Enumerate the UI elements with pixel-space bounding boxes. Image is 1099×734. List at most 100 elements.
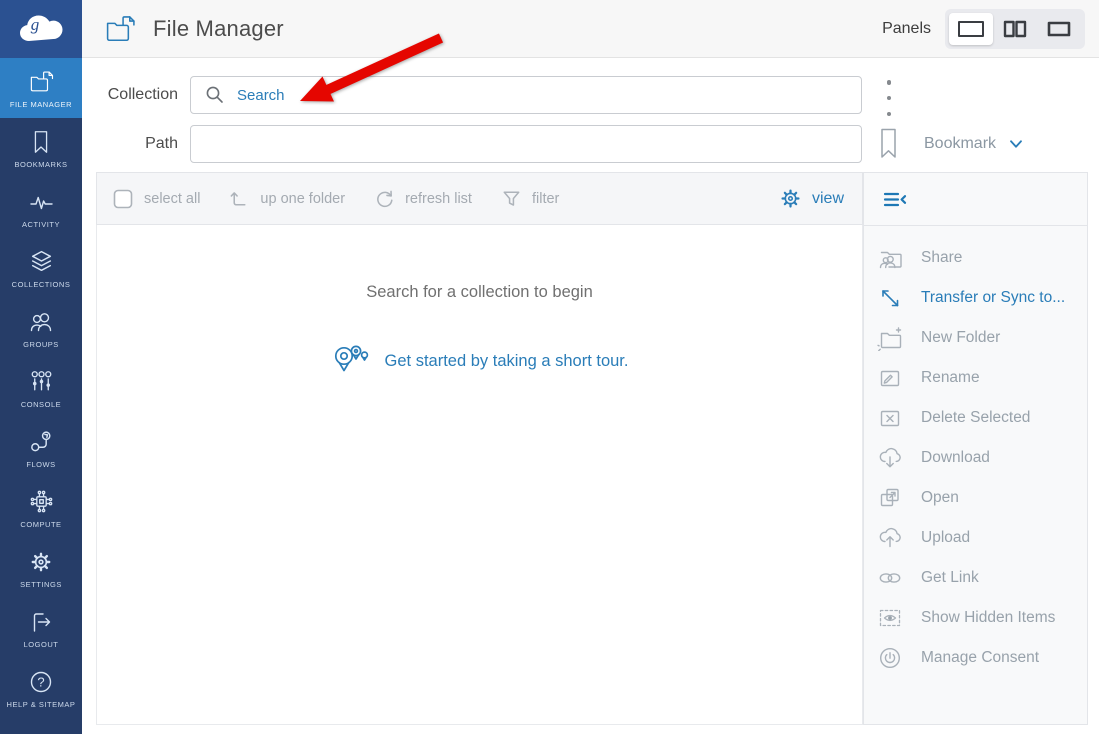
refresh-list-label: refresh list	[405, 191, 472, 207]
sidebar-item-activity[interactable]: ACTIVITY	[0, 178, 82, 238]
select-all-label: select all	[144, 191, 200, 207]
gear-icon	[778, 186, 803, 211]
single-panel-icon	[954, 18, 988, 40]
collection-options-menu-icon[interactable]	[880, 80, 898, 116]
bookmark-label: Bookmark	[924, 135, 996, 153]
rename-folder-icon	[877, 365, 903, 391]
action-panel-header	[864, 173, 1087, 226]
sidebar-item-console[interactable]: CONSOLE	[0, 358, 82, 418]
double-panel-icon	[998, 18, 1032, 40]
upload-button[interactable]: Upload	[864, 518, 1087, 558]
bookmark-control[interactable]: Bookmark	[877, 127, 1026, 160]
power-circle-icon	[877, 645, 903, 671]
bookmark-ribbon-icon	[877, 127, 900, 160]
filter-funnel-icon	[500, 187, 523, 210]
sidebar-item-label: GROUPS	[23, 340, 59, 349]
new-folder-icon	[877, 325, 903, 351]
sidebar-item-flows[interactable]: FLOWS	[0, 418, 82, 478]
sidebar-item-label: FILE MANAGER	[10, 100, 72, 109]
sidebar-item-groups[interactable]: GROUPS	[0, 298, 82, 358]
open-button[interactable]: Open	[864, 478, 1087, 518]
delete-folder-icon	[877, 405, 903, 431]
view-label: view	[812, 190, 844, 208]
pulse-icon	[28, 187, 55, 215]
sidebar-item-label: BOOKMARKS	[14, 160, 67, 169]
checkbox-icon	[111, 187, 135, 211]
globus-logo[interactable]: g	[0, 0, 82, 58]
file-list-area: Search for a collection to begin Get sta…	[96, 225, 863, 725]
tour-link[interactable]: Get started by taking a short tour.	[385, 352, 629, 371]
file-manager-app: g FILE MANAGER BOOKMARKS ACTIVITY	[0, 0, 1099, 734]
filter-button[interactable]: filter	[500, 187, 559, 210]
select-all-control[interactable]: select all	[111, 187, 200, 211]
file-manager-header-icon	[104, 12, 137, 45]
double-panel-button[interactable]	[993, 13, 1037, 45]
cloud-download-icon	[877, 445, 903, 471]
flow-nodes-icon	[28, 427, 55, 455]
globus-cloud-logo-icon: g	[15, 9, 67, 49]
sidebar-item-collections[interactable]: COLLECTIONS	[0, 238, 82, 298]
refresh-icon	[373, 187, 396, 210]
rename-button[interactable]: Rename	[864, 358, 1087, 398]
collapse-panel-icon[interactable]	[881, 187, 908, 212]
action-panel: Share Transfer or Sync to... New Folder	[863, 172, 1088, 725]
map-pins-icon	[331, 344, 373, 378]
logout-door-icon	[28, 607, 54, 635]
up-one-folder-button[interactable]: up one folder	[228, 187, 345, 210]
link-icon	[877, 565, 903, 591]
refresh-list-button[interactable]: refresh list	[373, 187, 472, 210]
chevron-down-icon	[1006, 134, 1026, 154]
path-box	[190, 125, 862, 163]
svg-text:?: ?	[37, 675, 44, 690]
sidebar-item-file-manager[interactable]: FILE MANAGER	[0, 58, 82, 118]
people-icon	[27, 307, 55, 335]
question-circle-icon: ?	[28, 667, 54, 695]
svg-text:g: g	[31, 15, 40, 34]
sliders-icon	[28, 367, 55, 395]
sidebar: g FILE MANAGER BOOKMARKS ACTIVITY	[0, 0, 82, 734]
sidebar-item-label: ACTIVITY	[22, 220, 60, 229]
action-menu: Share Transfer or Sync to... New Folder	[864, 226, 1087, 678]
view-settings-button[interactable]: view	[778, 186, 844, 211]
folder-doc-icon	[28, 67, 55, 95]
search-icon	[203, 83, 227, 107]
delete-selected-button[interactable]: Delete Selected	[864, 398, 1087, 438]
sidebar-item-compute[interactable]: COMPUTE	[0, 478, 82, 538]
single-right-panel-button[interactable]	[1037, 13, 1081, 45]
sidebar-item-help-sitemap[interactable]: ? HELP & SITEMAP	[0, 658, 82, 718]
share-folder-icon	[877, 245, 903, 271]
header: File Manager Panels	[82, 0, 1099, 58]
layers-icon	[28, 247, 55, 275]
cloud-upload-icon	[877, 525, 903, 551]
single-right-panel-icon	[1042, 18, 1076, 40]
transfer-or-sync-button[interactable]: Transfer or Sync to...	[864, 278, 1087, 318]
sidebar-item-label: FLOWS	[26, 460, 55, 469]
transfer-arrows-icon	[877, 285, 903, 311]
page-title: File Manager	[153, 16, 284, 42]
sidebar-item-settings[interactable]: SETTINGS	[0, 538, 82, 598]
bookmark-icon	[29, 127, 53, 155]
download-button[interactable]: Download	[864, 438, 1087, 478]
panels-label: Panels	[882, 20, 931, 38]
file-list-toolbar: select all up one folder refresh list fi…	[96, 172, 863, 225]
get-link-button[interactable]: Get Link	[864, 558, 1087, 598]
collection-search-box	[190, 76, 862, 114]
chip-icon	[28, 487, 55, 515]
path-label: Path	[96, 125, 178, 163]
tour-link-row[interactable]: Get started by taking a short tour.	[97, 344, 862, 378]
share-button[interactable]: Share	[864, 238, 1087, 278]
single-panel-button[interactable]	[949, 13, 993, 45]
open-external-icon	[877, 485, 903, 511]
new-folder-button[interactable]: New Folder	[864, 318, 1087, 358]
sidebar-item-label: COLLECTIONS	[12, 280, 71, 289]
manage-consent-button[interactable]: Manage Consent	[864, 638, 1087, 678]
sidebar-item-logout[interactable]: LOGOUT	[0, 598, 82, 658]
sidebar-item-label: HELP & SITEMAP	[7, 700, 76, 709]
show-hidden-items-button[interactable]: Show Hidden Items	[864, 598, 1087, 638]
collection-label: Collection	[96, 76, 178, 114]
path-input[interactable]	[191, 126, 861, 162]
gear-icon	[28, 547, 54, 575]
up-one-folder-label: up one folder	[260, 191, 345, 207]
collection-search-input[interactable]	[227, 77, 861, 113]
sidebar-item-bookmarks[interactable]: BOOKMARKS	[0, 118, 82, 178]
